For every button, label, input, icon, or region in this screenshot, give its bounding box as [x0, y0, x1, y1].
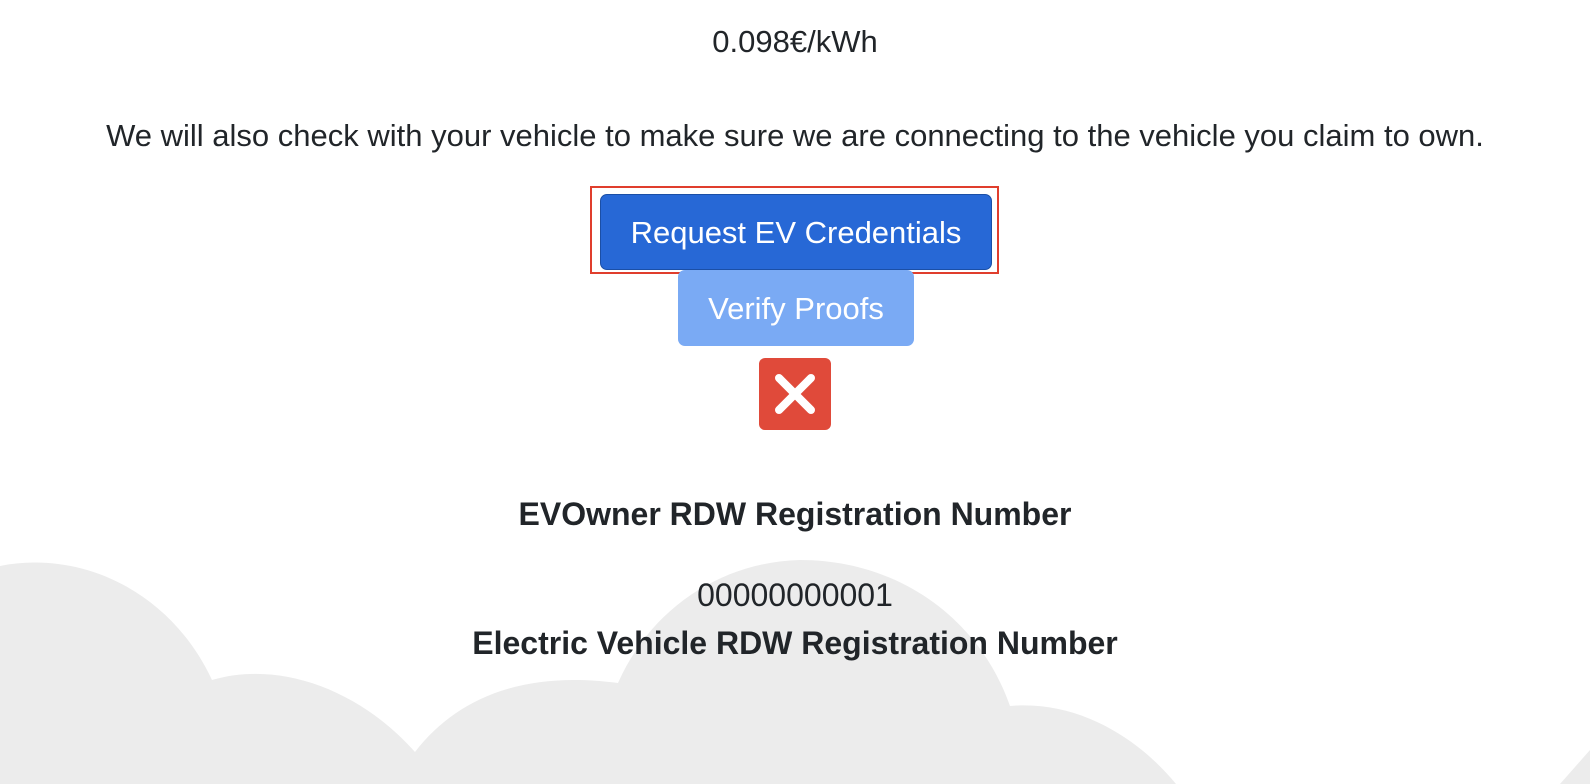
verify-proofs-button[interactable]: Verify Proofs: [678, 270, 914, 346]
close-icon: [775, 374, 815, 414]
close-button[interactable]: [759, 358, 831, 430]
charging-rate: 0.098€/kWh: [712, 24, 878, 59]
owner-registration-label: EVOwner RDW Registration Number: [518, 496, 1072, 532]
vehicle-check-notice: We will also check with your vehicle to …: [106, 118, 1484, 153]
vehicle-registration-label: Electric Vehicle RDW Registration Number: [472, 625, 1118, 661]
main-content: 0.098€/kWh We will also check with your …: [0, 0, 1590, 784]
request-ev-credentials-button[interactable]: Request EV Credentials: [600, 194, 992, 270]
owner-registration-value: 00000000001: [697, 577, 893, 613]
